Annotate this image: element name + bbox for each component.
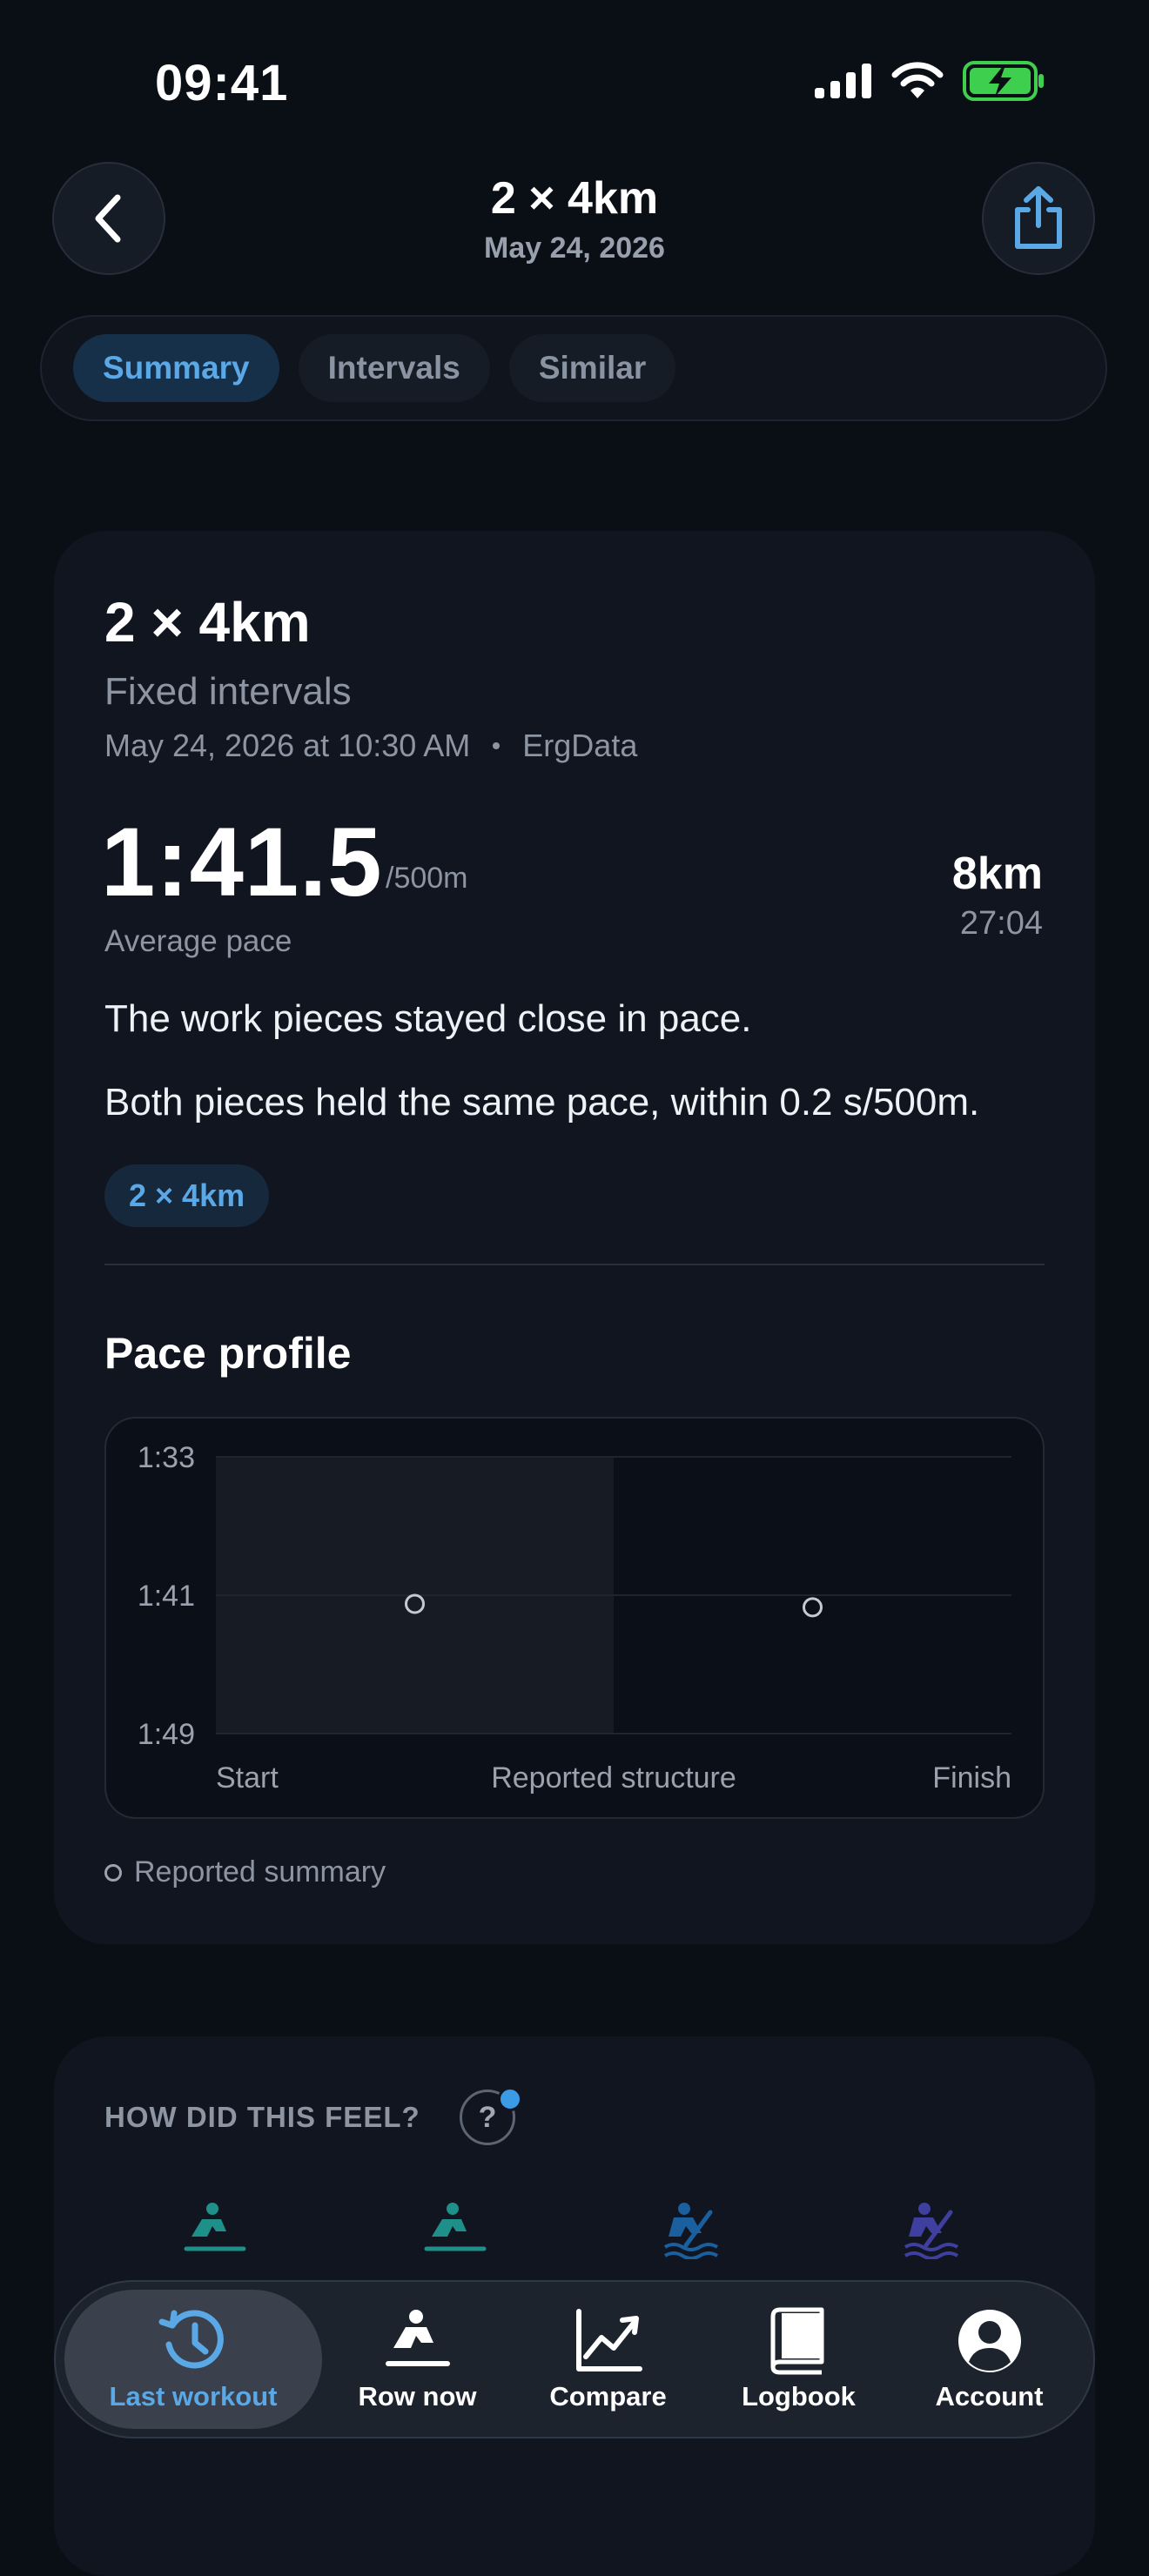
status-time: 09:41 [155, 55, 289, 111]
divider [104, 1264, 1045, 1265]
tab-similar[interactable]: Similar [508, 334, 676, 402]
feel-title: HOW DID THIS FEEL? [104, 2101, 420, 2133]
tab-intervals[interactable]: Intervals [298, 334, 490, 402]
rower-icon [383, 2306, 453, 2376]
total-time: 27:04 [959, 905, 1043, 942]
history-icon [158, 2306, 228, 2376]
nav-label-row-now: Row now [358, 2381, 477, 2412]
rower-easy-icon [184, 2203, 246, 2251]
header-title: 2 × 4km [490, 173, 659, 224]
account-icon [955, 2306, 1025, 2376]
battery-charging-icon [963, 61, 1044, 101]
nav-label-compare: Compare [549, 2381, 667, 2412]
y-tick-label: 1:33 [138, 1441, 195, 1474]
pace-profile-chart: 1:33 1:41 1:49 Start Reported structure Finis… [104, 1417, 1045, 1819]
legend-label: Reported summary [134, 1855, 386, 1888]
nav-label-account: Account [935, 2381, 1044, 2412]
header-date: May 24, 2026 [484, 231, 665, 265]
y-tick-label: 1:49 [138, 1718, 195, 1751]
nav-compare[interactable]: Compare [513, 2290, 703, 2429]
total-distance: 8km [951, 849, 1043, 899]
segment-tabs: Summary Intervals Similar [40, 315, 1107, 421]
rower-moderate-icon [424, 2203, 487, 2251]
workout-title: 2 × 4km [104, 591, 311, 654]
nav-row-now[interactable]: Row now [322, 2290, 513, 2429]
nav-label-last-workout: Last workout [109, 2381, 278, 2412]
insight-line-1: The work pieces stayed close in pace. [104, 997, 752, 1040]
nav-label-logbook: Logbook [742, 2381, 856, 2412]
feel-option-3[interactable] [662, 2202, 726, 2264]
status-icons [815, 61, 1045, 101]
feel-option-2[interactable] [423, 2202, 487, 2264]
pace-profile-svg: 1:33 1:41 1:49 Start Reported structure Finis… [138, 1441, 1011, 1794]
y-tick-label: 1:41 [138, 1580, 195, 1613]
nav-last-workout[interactable]: Last workout [64, 2290, 322, 2429]
x-axis-label: Start [216, 1761, 279, 1794]
rower-max-icon [904, 2203, 959, 2260]
tab-summary[interactable]: Summary [73, 334, 279, 402]
average-pace-label: Average pace [104, 924, 292, 958]
workout-meta: May 24, 2026 at 10:30 AM ErgData [104, 728, 637, 764]
cellular-signal-icon [815, 64, 871, 98]
share-button[interactable] [982, 162, 1095, 275]
book-icon [764, 2306, 834, 2376]
data-point [803, 1597, 823, 1618]
pace-unit: /500m [386, 862, 468, 895]
legend-ring-icon [104, 1863, 122, 1882]
feel-option-1[interactable] [183, 2202, 247, 2264]
x-axis-label: Finish [932, 1761, 1011, 1794]
workout-type: Fixed intervals [104, 670, 352, 713]
pace-profile-title: Pace profile [104, 1329, 352, 1378]
workout-datetime: May 24, 2026 at 10:30 AM [104, 728, 471, 763]
wifi-icon [891, 62, 944, 98]
nav-logbook[interactable]: Logbook [703, 2290, 894, 2429]
separator-dot [493, 742, 501, 749]
trend-chart-icon [574, 2306, 643, 2376]
workout-source: ErgData [522, 728, 638, 763]
notification-dot [498, 2087, 522, 2111]
bottom-nav: Last workout Row now Compare Logbook Acc… [54, 2280, 1095, 2438]
x-axis-label: Reported structure [491, 1761, 736, 1794]
nav-account[interactable]: Account [894, 2290, 1085, 2429]
structure-chip[interactable]: 2 × 4km [104, 1164, 270, 1227]
rower-hard-icon [663, 2203, 719, 2260]
share-icon [1015, 186, 1062, 249]
average-pace-value: 1:41.5 [101, 808, 383, 916]
insight-line-2: Both pieces held the same pace, within 0… [104, 1081, 980, 1124]
chart-legend: Reported summary [104, 1855, 386, 1889]
feel-option-4[interactable] [902, 2202, 966, 2264]
